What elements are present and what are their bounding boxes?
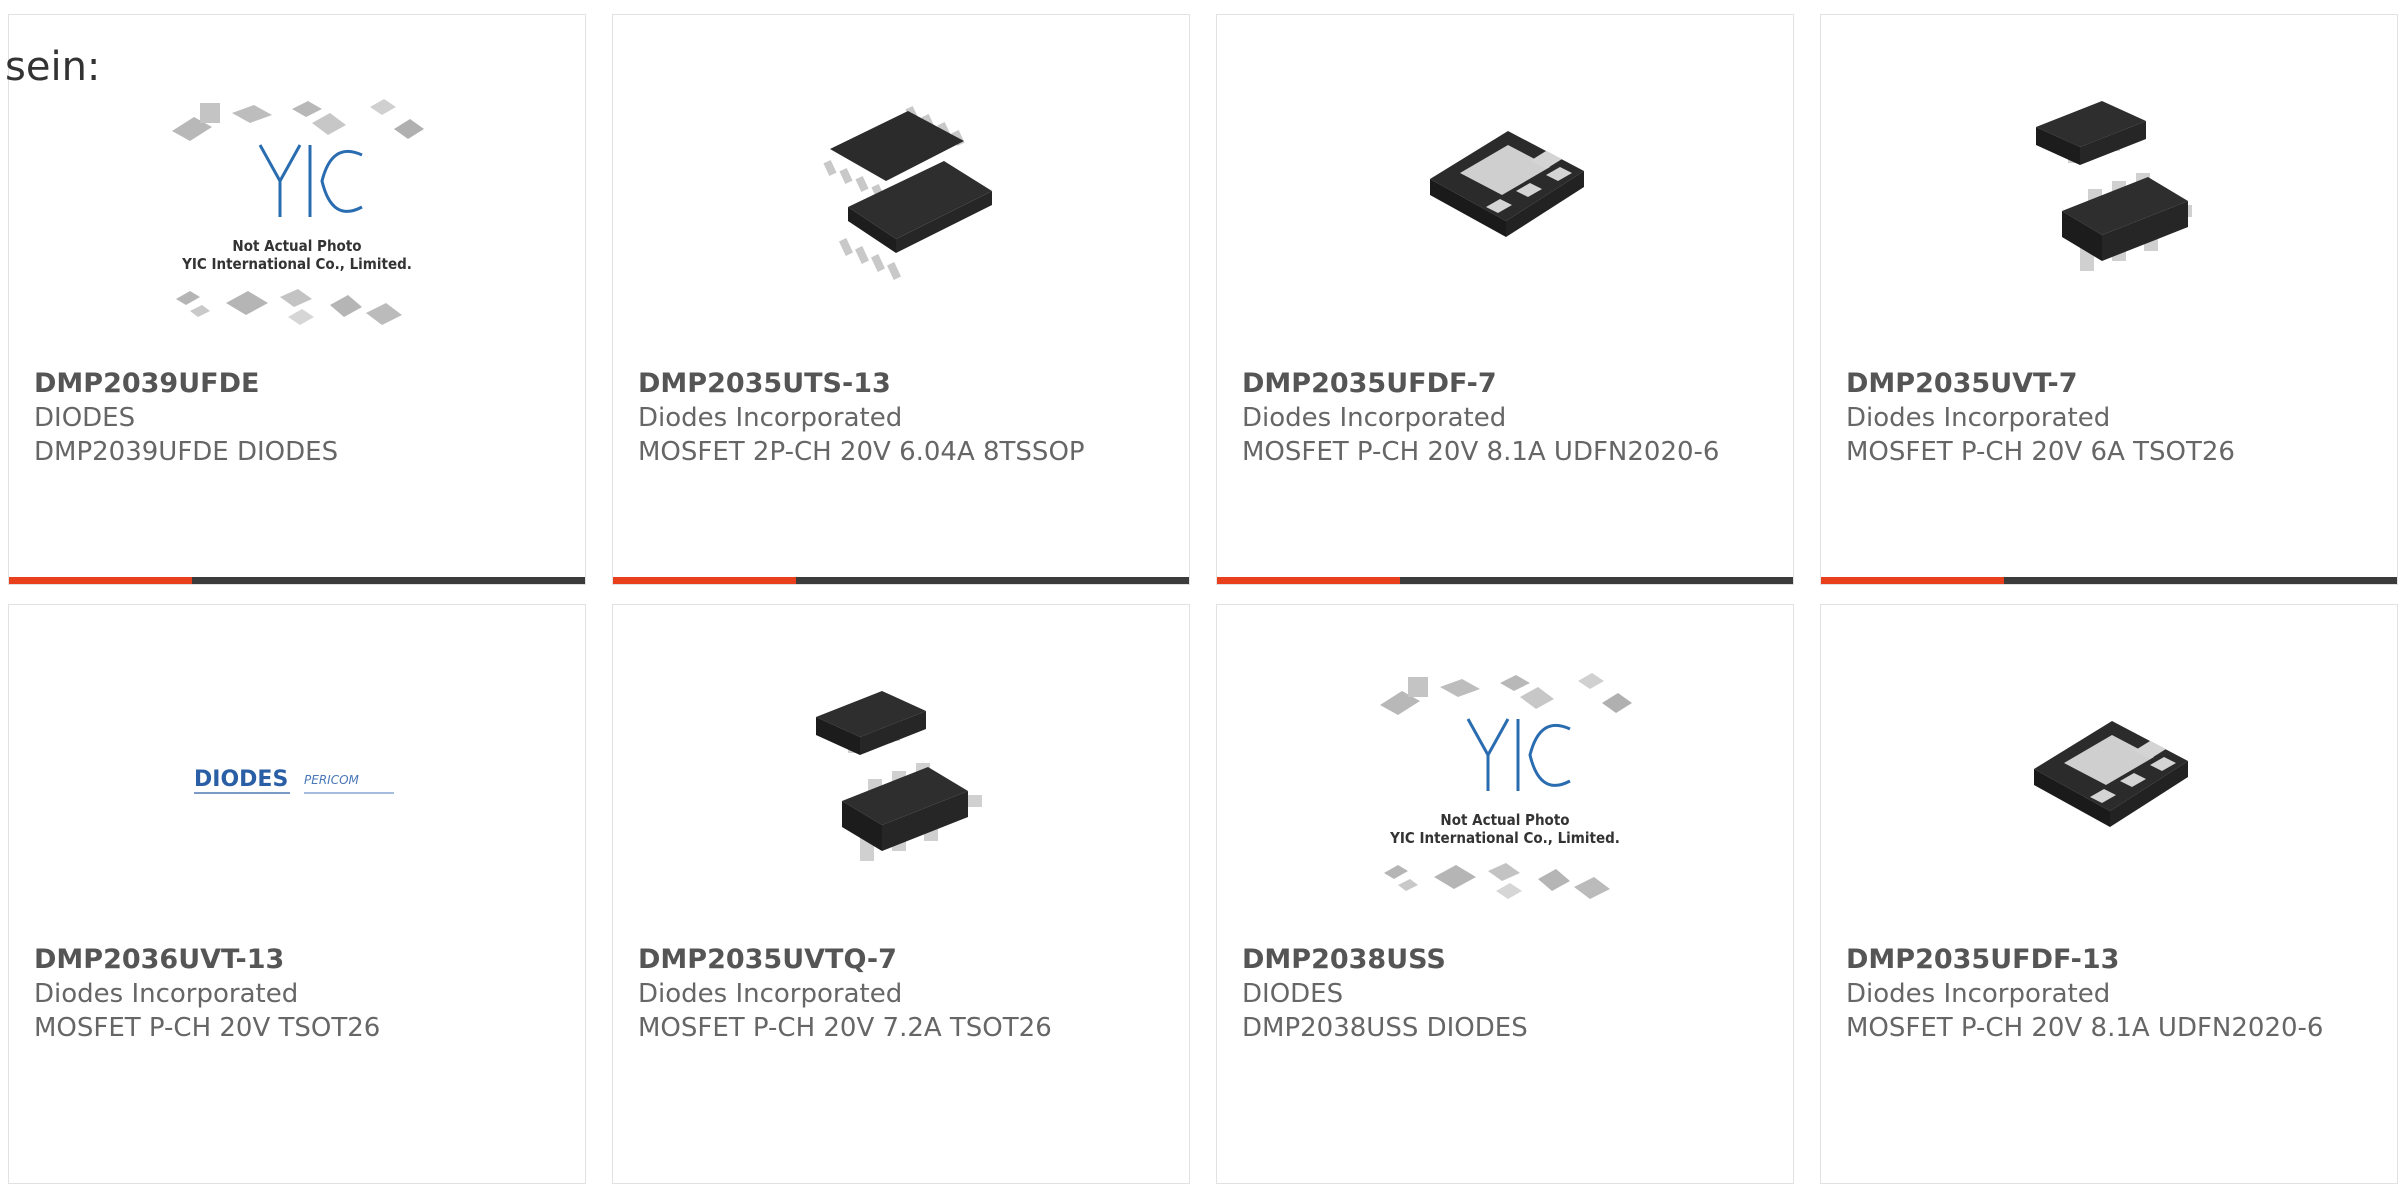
part-number[interactable]: DMP2035UFDF-7 bbox=[1242, 367, 1773, 401]
tssop-chip-icon bbox=[823, 105, 992, 280]
placeholder-line1: Not Actual Photo bbox=[1440, 811, 1569, 829]
udfn-chip-icon bbox=[1430, 131, 1584, 237]
manufacturer: Diodes Incorporated bbox=[1242, 403, 1507, 433]
part-number[interactable]: DMP2036UVT-13 bbox=[34, 943, 565, 977]
part-number[interactable]: DMP2035UVTQ-7 bbox=[638, 943, 1169, 977]
product-image[interactable]: Not Actual Photo YIC International Co., … bbox=[9, 99, 585, 325]
manufacturer: Diodes Incorporated bbox=[1846, 979, 2111, 1009]
placeholder-line2: YIC International Co., Limited. bbox=[181, 255, 412, 273]
product-image[interactable] bbox=[613, 677, 1189, 887]
description: MOSFET P-CH 20V 8.1A UDFN2020-6 bbox=[1846, 1013, 2324, 1043]
description: MOSFET P-CH 20V TSOT26 bbox=[34, 1013, 381, 1043]
manufacturer: DIODES bbox=[1242, 979, 1344, 1009]
diodes-brand: DIODES bbox=[194, 767, 288, 792]
product-card[interactable]: DIODES PERICOM DMP2036UVT-13 Diodes Inco… bbox=[8, 604, 586, 1184]
product-card[interactable]: DMP2035UFDF-13 Diodes Incorporated MOSFE… bbox=[1820, 604, 2398, 1184]
card-bar bbox=[1821, 577, 2397, 584]
part-number[interactable]: DMP2038USS bbox=[1242, 943, 1773, 977]
manufacturer: DIODES bbox=[34, 403, 136, 433]
part-number[interactable]: DMP2035UVT-7 bbox=[1846, 367, 2377, 401]
placeholder-line1: Not Actual Photo bbox=[232, 237, 361, 255]
card-bar bbox=[613, 577, 1189, 584]
manufacturer: Diodes Incorporated bbox=[638, 403, 903, 433]
card-bar bbox=[1217, 577, 1793, 584]
product-image[interactable] bbox=[1821, 677, 2397, 887]
description: MOSFET P-CH 20V 7.2A TSOT26 bbox=[638, 1013, 1052, 1043]
product-card[interactable]: DMP2035UVTQ-7 Diodes Incorporated MOSFET… bbox=[612, 604, 1190, 1184]
part-number[interactable]: DMP2035UFDF-13 bbox=[1846, 943, 2377, 977]
card-bar bbox=[9, 577, 585, 584]
description: MOSFET P-CH 20V 6A TSOT26 bbox=[1846, 437, 2235, 467]
manufacturer: Diodes Incorporated bbox=[34, 979, 299, 1009]
description: MOSFET 2P-CH 20V 6.04A 8TSSOP bbox=[638, 437, 1085, 467]
product-image[interactable] bbox=[613, 87, 1189, 297]
part-number[interactable]: DMP2039UFDE bbox=[34, 367, 565, 401]
manufacturer: Diodes Incorporated bbox=[1846, 403, 2111, 433]
part-number[interactable]: DMP2035UTS-13 bbox=[638, 367, 1169, 401]
product-image[interactable]: DIODES PERICOM bbox=[9, 677, 585, 887]
product-card[interactable]: Not Actual Photo YIC International Co., … bbox=[1216, 604, 1794, 1184]
product-image[interactable] bbox=[1217, 87, 1793, 297]
product-card[interactable]: DMP2035UFDF-7 Diodes Incorporated MOSFET… bbox=[1216, 14, 1794, 585]
yic-logo-icon bbox=[1466, 718, 1571, 791]
product-card[interactable]: DMP2035UVT-7 Diodes Incorporated MOSFET … bbox=[1820, 14, 2398, 585]
manufacturer: Diodes Incorporated bbox=[638, 979, 903, 1009]
pericom-brand: PERICOM bbox=[304, 773, 360, 787]
product-image[interactable] bbox=[1821, 87, 2397, 297]
intro-text: sein: bbox=[5, 44, 101, 90]
description: DMP2039UFDE DIODES bbox=[34, 437, 339, 467]
product-card[interactable]: Not Actual Photo YIC International Co., … bbox=[8, 14, 586, 585]
diodes-logo-icon: DIODES PERICOM bbox=[194, 767, 394, 794]
placeholder-photo-icon: Not Actual Photo YIC International Co., … bbox=[172, 99, 424, 325]
tsot-chip-icon bbox=[2036, 101, 2192, 271]
udfn-chip-icon bbox=[2034, 721, 2188, 827]
placeholder-line2: YIC International Co., Limited. bbox=[1389, 829, 1620, 847]
description: DMP2038USS DIODES bbox=[1242, 1013, 1528, 1043]
tsot-chip-icon bbox=[816, 691, 982, 861]
product-image[interactable]: Not Actual Photo YIC International Co., … bbox=[1217, 673, 1793, 899]
description: MOSFET P-CH 20V 8.1A UDFN2020-6 bbox=[1242, 437, 1720, 467]
placeholder-photo-icon: Not Actual Photo YIC International Co., … bbox=[1380, 673, 1632, 899]
yic-logo-icon bbox=[258, 144, 363, 217]
product-card[interactable]: DMP2035UTS-13 Diodes Incorporated MOSFET… bbox=[612, 14, 1190, 585]
